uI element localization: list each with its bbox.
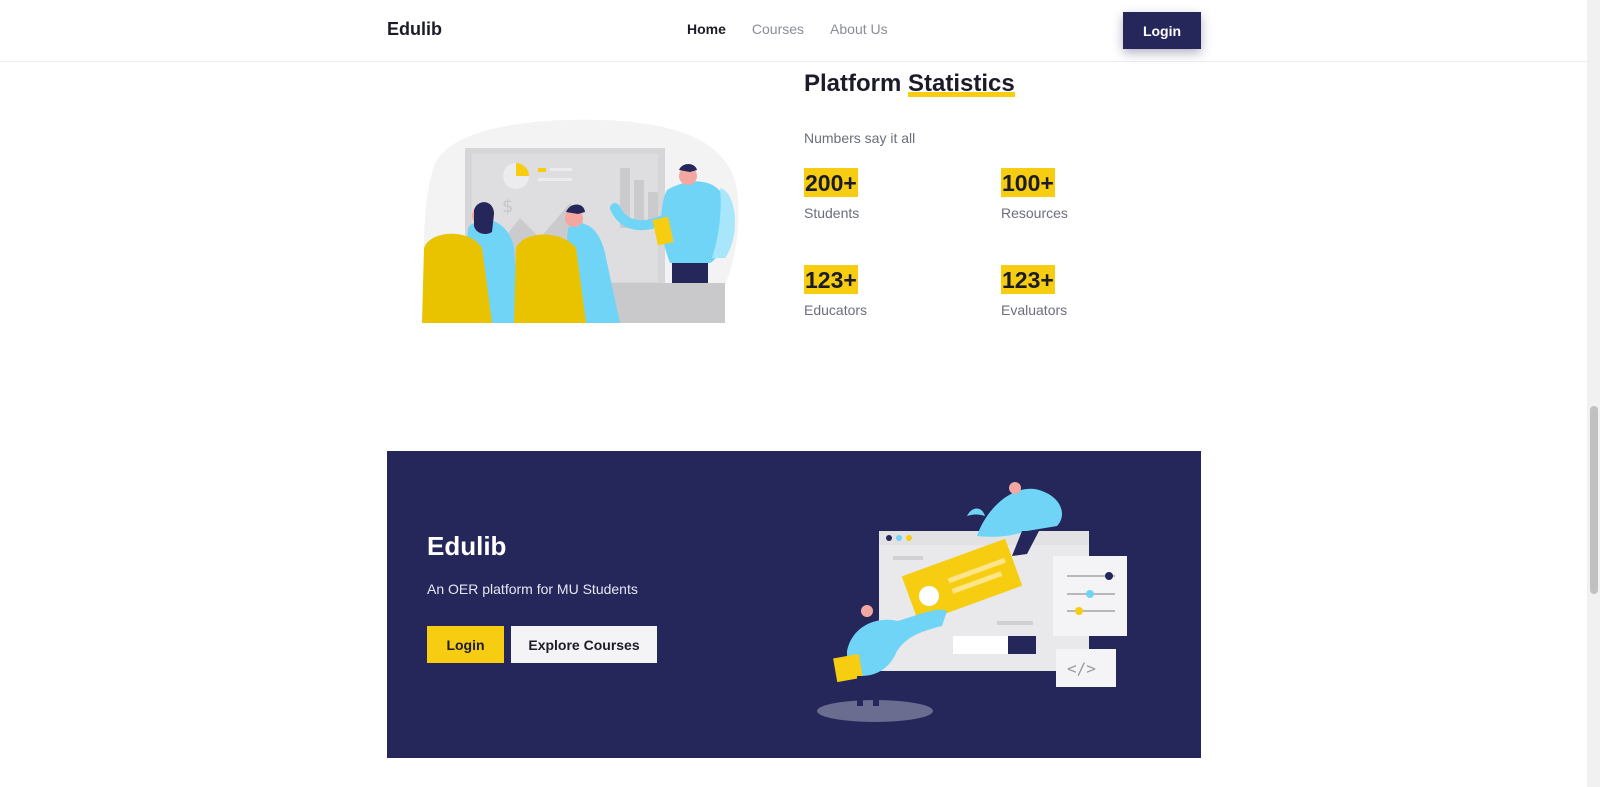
- login-button[interactable]: Login: [1123, 12, 1201, 49]
- teamwork-illustration: </>: [817, 482, 1127, 722]
- scrollbar-thumb[interactable]: [1590, 406, 1598, 594]
- top-navbar: Edulib Home Courses About Us Login: [0, 0, 1587, 62]
- stat-label: Educators: [804, 302, 868, 318]
- stat-label: Resources: [1001, 205, 1068, 221]
- nav-courses[interactable]: Courses: [752, 21, 804, 37]
- stat-value: 100+: [1001, 168, 1055, 197]
- stats-title-prefix: Platform: [804, 70, 902, 97]
- cta-login-button[interactable]: Login: [427, 626, 504, 663]
- cta-subtitle: An OER platform for MU Students: [427, 581, 638, 597]
- stat-resources: 100+ Resources: [1001, 168, 1181, 221]
- page-scrollbar[interactable]: [1587, 0, 1600, 787]
- nav-home[interactable]: Home: [687, 21, 726, 37]
- stat-evaluators: 123+ Evaluators: [1001, 265, 1181, 318]
- svg-text:</>: </>: [1067, 659, 1096, 678]
- stat-students: 200+ Students: [804, 168, 984, 221]
- nav-about-us[interactable]: About Us: [830, 21, 888, 37]
- svg-text:$: $: [502, 196, 513, 217]
- stats-title-highlight: Statistics: [908, 70, 1015, 97]
- stat-label: Students: [804, 205, 860, 221]
- cta-title: Edulib: [427, 531, 507, 561]
- stat-value: 200+: [804, 168, 858, 197]
- stats-subtitle: Numbers say it all: [804, 130, 916, 146]
- stat-educators: 123+ Educators: [804, 265, 984, 318]
- main-nav: Home Courses About Us: [687, 21, 888, 37]
- brand-logo[interactable]: Edulib: [387, 19, 442, 40]
- stat-label: Evaluators: [1001, 302, 1068, 318]
- stat-value: 123+: [1001, 265, 1055, 294]
- explore-courses-button[interactable]: Explore Courses: [511, 626, 657, 663]
- stats-title: Platform Statistics: [804, 70, 1015, 98]
- presentation-illustration: $: [422, 119, 739, 323]
- cta-banner: Edulib An OER platform for MU Students L…: [387, 451, 1201, 758]
- stat-value: 123+: [804, 265, 858, 294]
